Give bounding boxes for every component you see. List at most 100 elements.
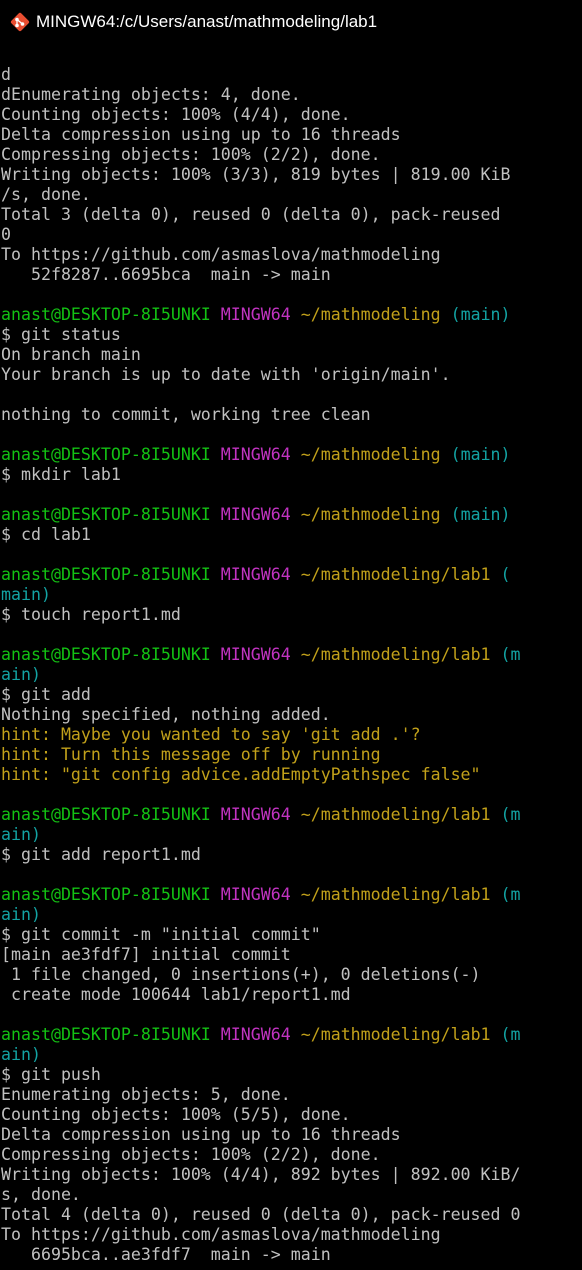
terminal-text-segment: ~/mathmodeling/lab1 — [300, 565, 491, 584]
terminal-text-segment: MINGW64 — [220, 445, 291, 464]
terminal-text-segment: Total 4 (delta 0), reused 0 (delta 0), p… — [1, 1205, 521, 1224]
terminal-line: nothing to commit, working tree clean — [1, 405, 581, 425]
terminal-text-segment: ain) — [1, 825, 41, 844]
terminal-text-segment: MINGW64 — [220, 885, 291, 904]
terminal-line: ain) — [1, 825, 581, 845]
terminal-text-segment: d — [1, 65, 11, 84]
terminal-line: Writing objects: 100% (3/3), 819 bytes |… — [1, 165, 581, 185]
terminal-text-segment: (main) — [440, 305, 511, 324]
terminal-text-segment: create mode 100644 lab1/report1.md — [1, 985, 351, 1004]
terminal-line: Enumerating objects: 5, done. — [1, 1085, 581, 1105]
terminal-line: hint: Turn this message off by running — [1, 745, 581, 765]
terminal-text-segment: $ git add — [1, 685, 91, 704]
terminal-line: hint: "git config advice.addEmptyPathspe… — [1, 765, 581, 785]
terminal-text-segment: /s, done. — [1, 185, 91, 204]
terminal-text-segment: MINGW64 — [220, 565, 291, 584]
terminal-text-segment: Your branch is up to date with 'origin/m… — [1, 365, 451, 384]
terminal-text-segment: anast@DESKTOP-8I5UNKI — [1, 645, 211, 664]
terminal-text-segment: 6695bca..ae3fdf7 main -> main — [1, 1245, 331, 1264]
terminal-text-segment: ~/mathmodeling — [300, 305, 441, 324]
terminal-line: $ git push — [1, 1065, 581, 1085]
terminal-text-segment: anast@DESKTOP-8I5UNKI — [1, 805, 211, 824]
terminal-line: $ git add — [1, 685, 581, 705]
terminal-output[interactable]: d dEnumerating objects: 4, done. Counting … — [1, 65, 581, 1270]
terminal-text-segment: Total 3 (delta 0), reused 0 (delta 0), p… — [1, 205, 501, 224]
terminal-line: $ git add report1.md — [1, 845, 581, 865]
terminal-text-segment: hint: Maybe you wanted to say 'git add .… — [1, 725, 421, 744]
terminal-text-segment: $ touch report1.md — [1, 605, 181, 624]
terminal-line: anast@DESKTOP-8I5UNKI MINGW64 ~/mathmode… — [1, 1025, 581, 1045]
terminal-text-segment: Counting objects: 100% (5/5), done. — [1, 1105, 351, 1124]
terminal-line: $ cd lab1 — [1, 525, 581, 545]
terminal-text-segment: ~/mathmodeling/lab1 — [300, 1025, 491, 1044]
terminal-line: 0 — [1, 225, 581, 245]
terminal-text-segment: Delta compression using up to 16 threads — [1, 125, 401, 144]
terminal-line: 52f8287..6695bca main -> main — [1, 265, 581, 285]
terminal-line: anast@DESKTOP-8I5UNKI MINGW64 ~/mathmode… — [1, 305, 581, 325]
terminal-line: Total 3 (delta 0), reused 0 (delta 0), p… — [1, 205, 581, 225]
terminal-text-segment: ain) — [1, 1045, 41, 1064]
terminal-text-segment: Writing objects: 100% (3/3), 819 bytes |… — [1, 165, 511, 184]
terminal-text-segment: MINGW64 — [220, 1025, 291, 1044]
terminal-text-segment: anast@DESKTOP-8I5UNKI — [1, 305, 211, 324]
terminal-line: Total 4 (delta 0), reused 0 (delta 0), p… — [1, 1205, 581, 1225]
terminal-line: Your branch is up to date with 'origin/m… — [1, 365, 581, 385]
terminal-line: Writing objects: 100% (4/4), 892 bytes |… — [1, 1165, 581, 1185]
terminal-text-segment: ain) — [1, 665, 41, 684]
terminal-text-segment: Compressing objects: 100% (2/2), done. — [1, 1145, 381, 1164]
terminal-text-segment: To https://github.com/asmaslova/mathmode… — [1, 245, 441, 264]
terminal-text-segment: anast@DESKTOP-8I5UNKI — [1, 1025, 211, 1044]
terminal-text-segment: ~/mathmodeling — [300, 505, 441, 524]
window-title: MINGW64:/c/Users/anast/mathmodeling/lab1 — [36, 12, 378, 31]
terminal-line: $ mkdir lab1 — [1, 465, 581, 485]
terminal-text-segment: hint: Turn this message off by running — [1, 745, 381, 764]
terminal-line: $ git status — [1, 325, 581, 345]
terminal-line: ain) — [1, 905, 581, 925]
terminal-line: 6695bca..ae3fdf7 main -> main — [1, 1245, 581, 1265]
terminal-text-segment: ~/mathmodeling — [300, 445, 441, 464]
terminal-line: hint: Maybe you wanted to say 'git add .… — [1, 725, 581, 745]
terminal-text-segment: ( — [490, 565, 511, 584]
terminal-text-segment: anast@DESKTOP-8I5UNKI — [1, 885, 211, 904]
terminal-text-segment: Enumerating objects: 5, done. — [1, 1085, 291, 1104]
terminal-text-segment: MINGW64 — [220, 805, 291, 824]
terminal-text-segment: anast@DESKTOP-8I5UNKI — [1, 445, 211, 464]
terminal-line: Counting objects: 100% (5/5), done. — [1, 1105, 581, 1125]
terminal-text-segment: 52f8287..6695bca main -> main — [1, 265, 331, 284]
terminal-line: Nothing specified, nothing added. — [1, 705, 581, 725]
terminal-text-segment: main) — [1, 585, 51, 604]
terminal-text-segment: Counting objects: 100% (4/4), done. — [1, 105, 351, 124]
terminal-text-segment: To https://github.com/asmaslova/mathmode… — [1, 1225, 441, 1244]
terminal-text-segment: anast@DESKTOP-8I5UNKI — [1, 565, 211, 584]
terminal-line: ain) — [1, 1045, 581, 1065]
terminal-text-segment: MINGW64 — [220, 645, 291, 664]
terminal-text-segment: anast@DESKTOP-8I5UNKI — [1, 505, 211, 524]
terminal-line: Compressing objects: 100% (2/2), done. — [1, 145, 581, 165]
terminal-line: anast@DESKTOP-8I5UNKI MINGW64 ~/mathmode… — [1, 885, 581, 905]
terminal-text-segment: $ mkdir lab1 — [1, 465, 121, 484]
title-bar[interactable]: MINGW64:/c/Users/anast/mathmodeling/lab1 — [0, 0, 582, 44]
terminal-line: To https://github.com/asmaslova/mathmode… — [1, 245, 581, 265]
terminal-text-segment: (main) — [440, 445, 511, 464]
terminal-text-segment: MINGW64 — [220, 505, 291, 524]
terminal-line: dEnumerating objects: 4, done. — [1, 85, 581, 105]
